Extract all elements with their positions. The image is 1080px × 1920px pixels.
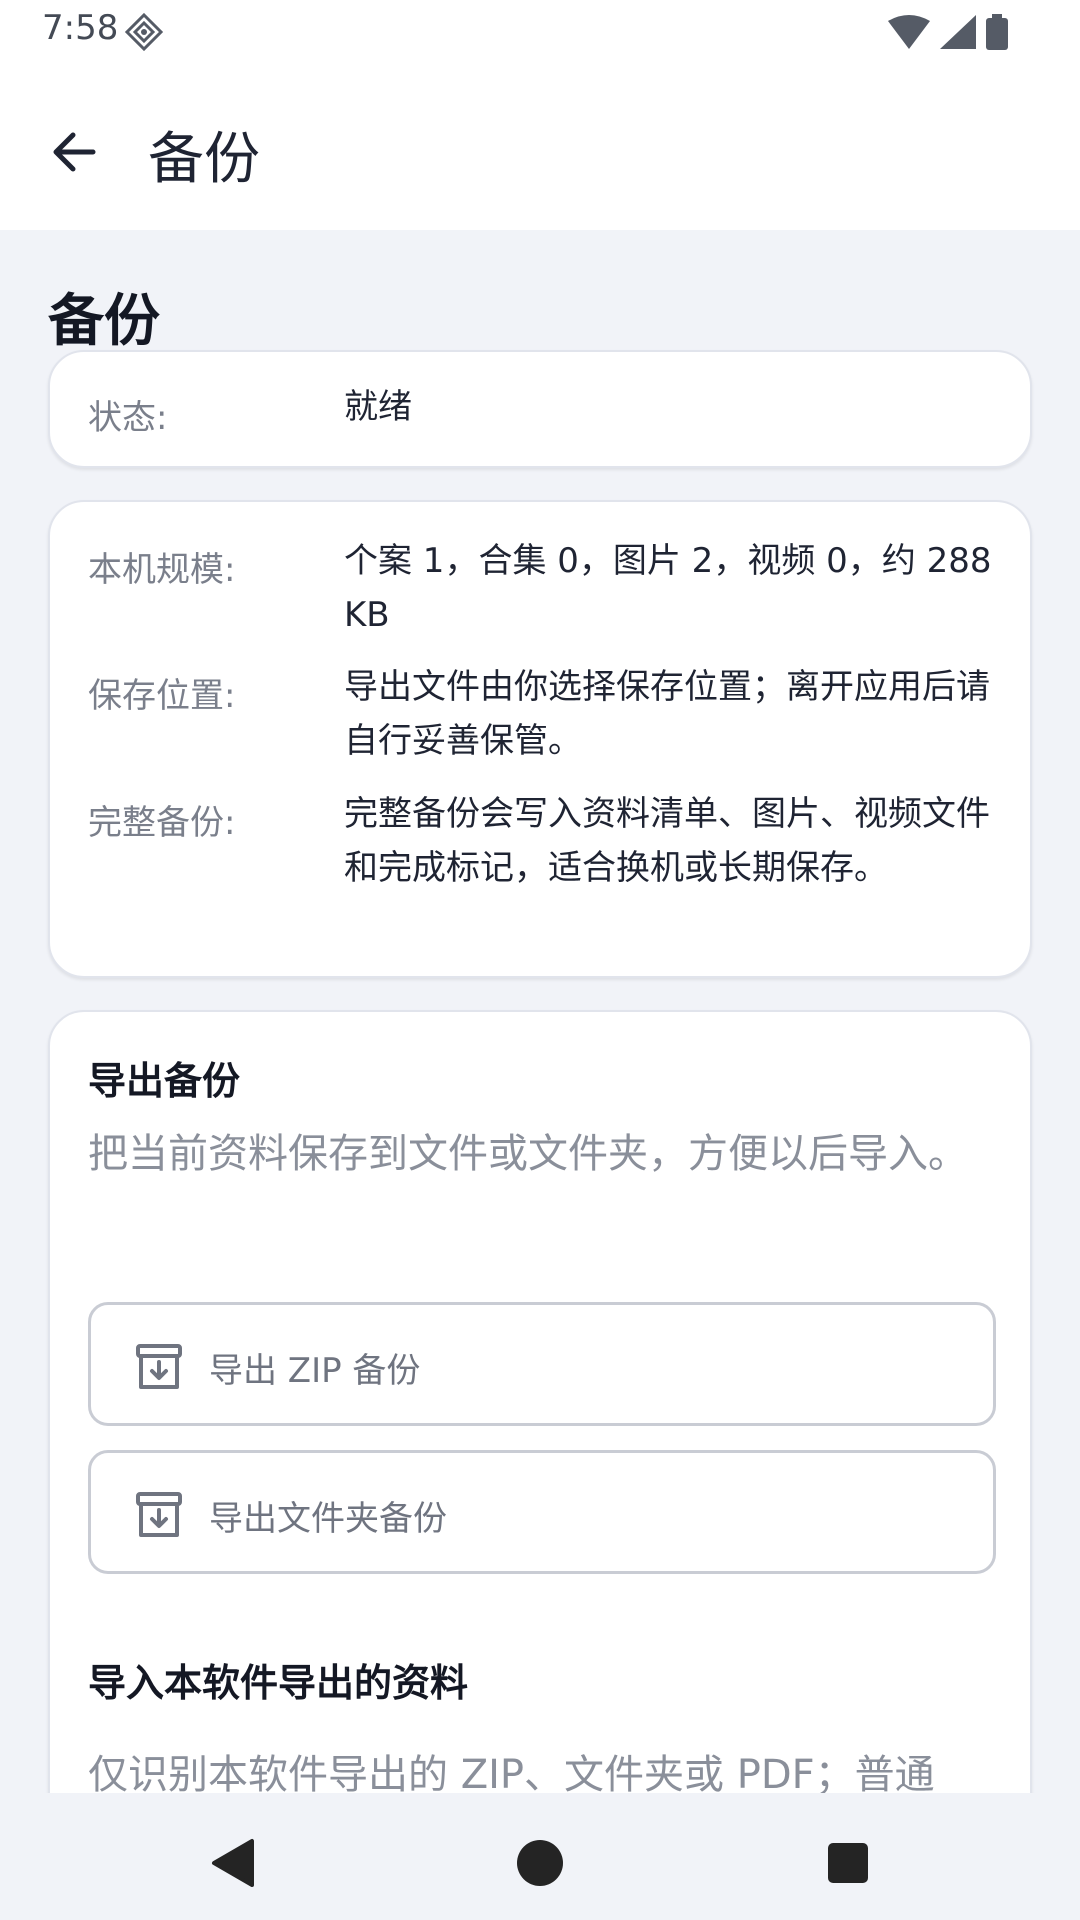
- export-card: 导出备份 把当前资料保存到文件或文件夹，方便以后导入。 导出 ZIP 备份 导出…: [48, 1010, 1032, 1793]
- recents-square-icon[interactable]: [818, 1833, 878, 1893]
- button-label: 导出 ZIP 备份: [209, 1351, 421, 1391]
- info-value: 完整备份会写入资料清单、图片、视频文件和完成标记，适合换机或长期保存。: [344, 794, 990, 888]
- info-value: 导出文件由你选择保存位置；离开应用后请自行妥善保管。: [344, 667, 990, 761]
- wifi-icon: [888, 15, 930, 53]
- export-heading: 导出备份: [88, 1059, 241, 1103]
- info-label: 完整备份:: [88, 803, 236, 843]
- battery-icon: [986, 14, 1008, 54]
- page-title: 备份: [148, 127, 260, 192]
- archive-download-icon: [135, 1343, 183, 1391]
- info-label: 保存位置:: [88, 676, 236, 716]
- status-value: 就绪: [344, 387, 412, 427]
- info-card: 本机规模: 个案 1，合集 0，图片 2，视频 0，约 288 KB 保存位置:…: [48, 500, 1032, 978]
- status-icons: [888, 14, 1008, 54]
- export-folder-button[interactable]: 导出文件夹备份: [88, 1450, 996, 1574]
- export-zip-button[interactable]: 导出 ZIP 备份: [88, 1302, 996, 1426]
- signal-icon: [940, 15, 976, 53]
- arrow-left-icon: [53, 132, 96, 172]
- button-label: 导出文件夹备份: [209, 1499, 447, 1539]
- status-time: 7:58: [42, 8, 119, 48]
- archive-download-icon: [135, 1491, 183, 1539]
- back-button[interactable]: [38, 116, 110, 188]
- system-nav-bar: [0, 1793, 1080, 1920]
- status-label: 状态:: [88, 398, 168, 438]
- home-circle-icon[interactable]: [510, 1833, 570, 1893]
- import-heading: 导入本软件导出的资料: [88, 1661, 469, 1705]
- back-triangle-icon[interactable]: [204, 1833, 264, 1893]
- scroll-content[interactable]: 备份 状态: 就绪 本机规模: 个案 1，合集 0，图片 2，视频 0，约 28…: [0, 230, 1080, 1793]
- export-description: 把当前资料保存到文件或文件夹，方便以后导入。: [88, 1131, 968, 1177]
- app-notification-icon: [124, 12, 164, 52]
- info-value: 个案 1，合集 0，图片 2，视频 0，约 288 KB: [344, 541, 992, 635]
- section-title: 备份: [48, 289, 160, 354]
- top-app-bar: 备份: [0, 62, 1080, 230]
- status-bar: 7:58: [0, 0, 1080, 62]
- status-card: 状态: 就绪: [48, 350, 1032, 468]
- import-description: 仅识别本软件导出的 ZIP、文件夹或 PDF；普通: [88, 1752, 935, 1793]
- info-label: 本机规模:: [88, 550, 236, 590]
